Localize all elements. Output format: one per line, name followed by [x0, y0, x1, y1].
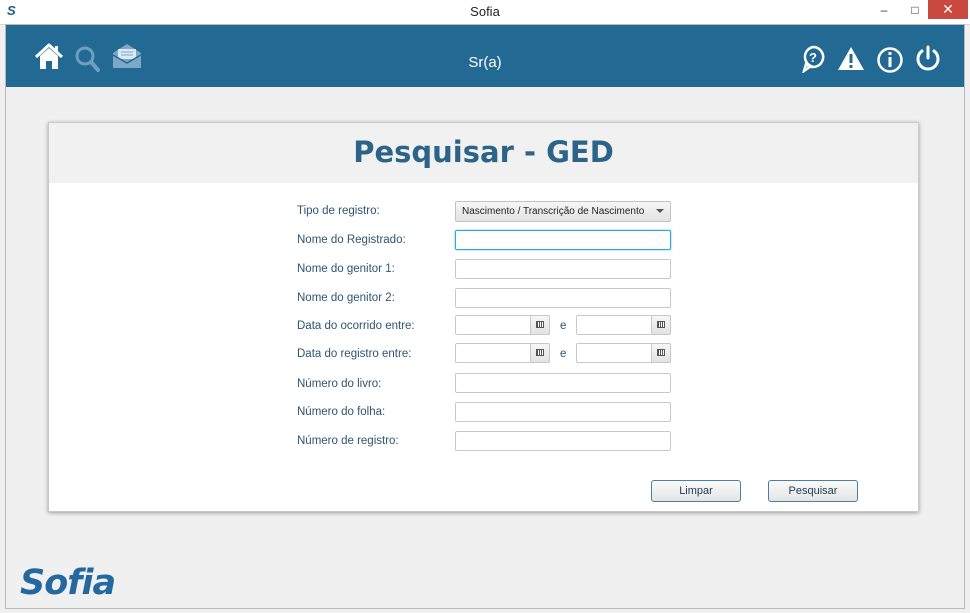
header-bar: Sr(a) ?: [6, 25, 964, 87]
nome-registrado-label: Nome do Registrado:: [297, 234, 406, 246]
calendar-icon: [536, 349, 544, 356]
genitor2-input[interactable]: [455, 288, 671, 308]
close-button[interactable]: ✕: [928, 0, 968, 19]
svg-text:?: ?: [809, 50, 817, 65]
page-title: Pesquisar - GED: [353, 135, 614, 169]
limpar-button[interactable]: Limpar: [651, 480, 741, 502]
calendar-button[interactable]: [651, 315, 671, 335]
info-icon[interactable]: [876, 46, 904, 74]
calendar-button[interactable]: [530, 315, 550, 335]
warning-icon[interactable]: [837, 46, 865, 72]
calendar-button[interactable]: [651, 343, 671, 363]
between-label: e: [560, 348, 567, 360]
numero-folha-label: Número do folha:: [297, 406, 386, 418]
data-ocorrido-label: Data do ocorrido entre:: [297, 320, 415, 332]
genitor1-label: Nome do genitor 1:: [297, 263, 395, 275]
tipo-registro-value: Nascimento / Transcrição de Nascimento: [462, 206, 645, 217]
numero-registro-input[interactable]: [455, 431, 671, 451]
numero-livro-input[interactable]: [455, 373, 671, 393]
nome-registrado-input[interactable]: [455, 230, 671, 250]
calendar-button[interactable]: [530, 343, 550, 363]
power-icon[interactable]: [914, 45, 942, 73]
minimize-button[interactable]: –: [870, 0, 898, 19]
tipo-registro-label: Tipo de registro:: [297, 205, 380, 217]
sofia-logo: Sofia: [20, 563, 116, 603]
maximize-button[interactable]: □: [902, 0, 928, 19]
help-icon[interactable]: ?: [801, 45, 827, 73]
search-panel: Pesquisar - GED Tipo de registro: Nascim…: [48, 122, 919, 512]
calendar-icon: [536, 321, 544, 328]
numero-registro-label: Número de registro:: [297, 435, 399, 447]
pesquisar-button[interactable]: Pesquisar: [768, 480, 858, 502]
window-title: Sofia: [470, 4, 500, 19]
chevron-down-icon: [656, 209, 664, 213]
calendar-icon: [657, 321, 665, 328]
calendar-icon: [657, 349, 665, 356]
tipo-registro-select[interactable]: Nascimento / Transcrição de Nascimento: [455, 201, 671, 222]
numero-livro-label: Número do livro:: [297, 378, 382, 390]
between-label: e: [560, 320, 567, 332]
numero-folha-input[interactable]: [455, 402, 671, 422]
panel-header: Pesquisar - GED: [49, 123, 918, 183]
app-frame: Sr(a) ? Pesquisar - GED Tipo de registro…: [5, 24, 965, 609]
window-titlebar: S Sofia – □ ✕: [0, 0, 970, 25]
data-registro-label: Data do registro entre:: [297, 348, 412, 360]
genitor2-label: Nome do genitor 2:: [297, 292, 395, 304]
genitor1-input[interactable]: [455, 259, 671, 279]
